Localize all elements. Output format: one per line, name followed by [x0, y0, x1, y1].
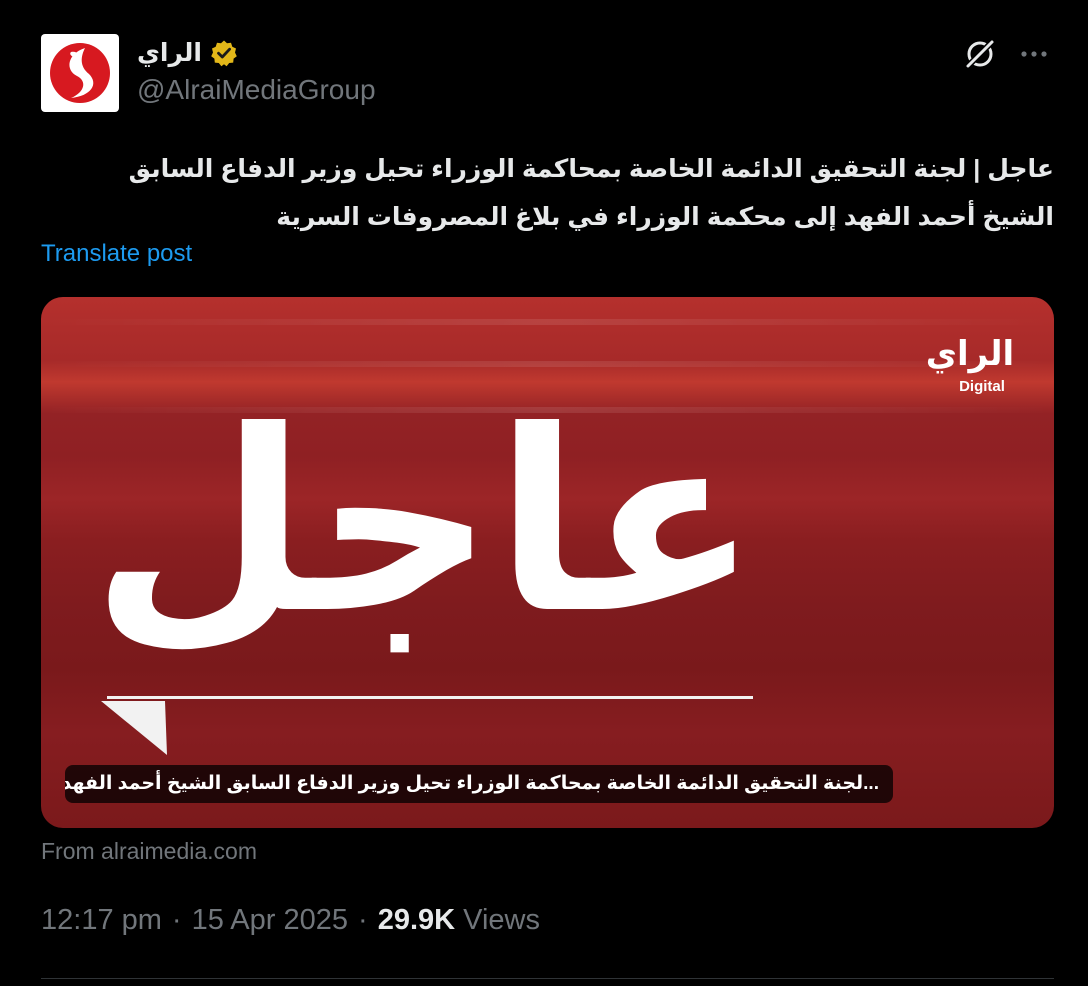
verified-badge-icon	[211, 40, 237, 67]
background-streak	[41, 361, 1054, 367]
post-metadata: 12:17 pm · 15 Apr 2025 · 29.9K Views	[41, 904, 540, 937]
author-handle[interactable]: @AlraiMediaGroup	[137, 74, 376, 106]
breaking-headline: عاجل	[91, 399, 759, 699]
views-count: 29.9K	[377, 904, 456, 936]
alrai-logo-icon	[50, 43, 110, 103]
views-group[interactable]: 29.9K Views	[378, 904, 540, 937]
background-streak	[41, 319, 1054, 325]
divider	[41, 978, 1054, 979]
brand-logo-text: الراي	[926, 334, 1014, 374]
author-display-name[interactable]: الراي	[137, 38, 202, 68]
link-card-image[interactable]: الراي Digital عاجل ...لجنة التحقيق الدائ…	[41, 297, 1054, 828]
post-time[interactable]: 12:17 pm	[41, 904, 162, 937]
author-name-row[interactable]: الراي	[137, 34, 238, 72]
tweet: الراي @AlraiMediaGroup عاجل | لجنة التحق…	[0, 0, 1088, 986]
translate-post-link[interactable]: Translate post	[41, 240, 192, 268]
breaking-headline-word: عاجل	[91, 399, 759, 668]
meta-separator: ·	[358, 904, 368, 936]
meta-separator: ·	[171, 904, 182, 936]
card-caption: ...لجنة التحقيق الدائمة الخاصة بمحاكمة ا…	[65, 765, 893, 803]
post-text: عاجل | لجنة التحقيق الدائمة الخاصة بمحاك…	[128, 155, 1054, 231]
alrai-digital-logo: الراي Digital	[926, 334, 1014, 395]
avatar[interactable]	[41, 34, 119, 112]
more-options-icon[interactable]	[1018, 38, 1050, 70]
grok-icon[interactable]	[962, 36, 998, 72]
callout-tail	[101, 701, 167, 755]
card-source-link[interactable]: From alraimedia.com	[41, 838, 257, 865]
post-date[interactable]: 15 Apr 2025	[192, 904, 348, 937]
views-label: Views	[463, 904, 540, 936]
brand-logo-subtext: Digital	[959, 378, 1005, 395]
